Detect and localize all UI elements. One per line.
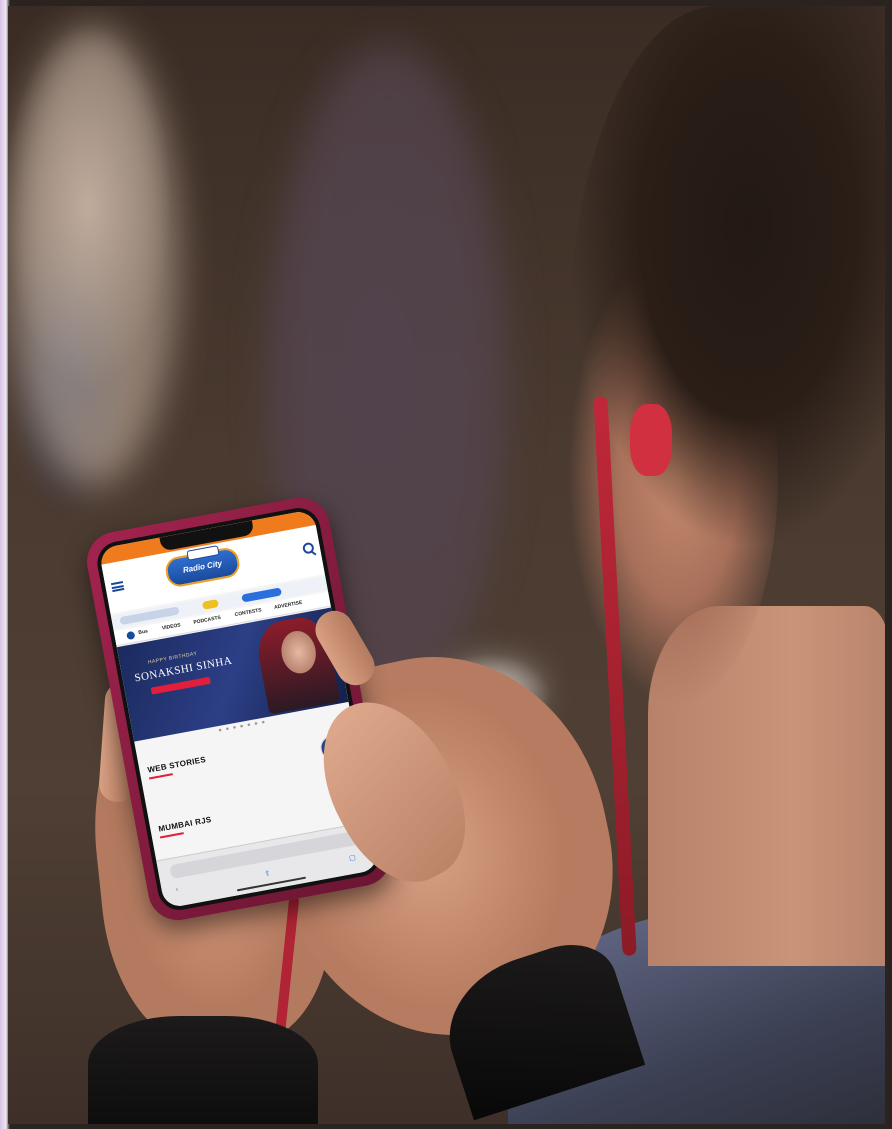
search-icon[interactable]: [301, 541, 315, 555]
menu-icon[interactable]: [110, 581, 125, 593]
home-indicator: [236, 876, 307, 892]
web-stories-heading: WEB STORIES: [146, 754, 207, 775]
url-text: [170, 833, 361, 868]
nav-item[interactable]: ADVERTISE: [274, 600, 303, 611]
nav-item[interactable]: VIDEOS: [162, 622, 182, 631]
mumbai-rjs-heading: MUMBAI RJS: [157, 814, 213, 834]
left-sleeve: [88, 1016, 318, 1124]
live-icon[interactable]: [126, 630, 136, 641]
listen-live-button[interactable]: [241, 587, 282, 603]
heading-underline: [148, 773, 173, 780]
nav-item[interactable]: Bus: [138, 628, 148, 636]
tabs-icon[interactable]: ▢: [348, 853, 357, 862]
radio-city-logo[interactable]: Radio City: [163, 545, 242, 589]
photo: Radio City Bus VIDEOS PODCASTS CONTESTS: [8, 6, 885, 1124]
earbud: [630, 404, 672, 476]
nav-item[interactable]: PODCASTS: [193, 615, 221, 626]
phone-screen: Radio City Bus VIDEOS PODCASTS CONTESTS: [98, 509, 380, 909]
heading-underline: [159, 832, 184, 839]
background-crowd: [8, 26, 178, 486]
share-icon[interactable]: ⇪: [264, 869, 271, 878]
promo-pill[interactable]: [201, 599, 220, 610]
logo-text: Radio City: [182, 558, 223, 575]
back-icon[interactable]: ‹: [175, 886, 179, 893]
nav-item[interactable]: CONTESTS: [234, 607, 262, 618]
